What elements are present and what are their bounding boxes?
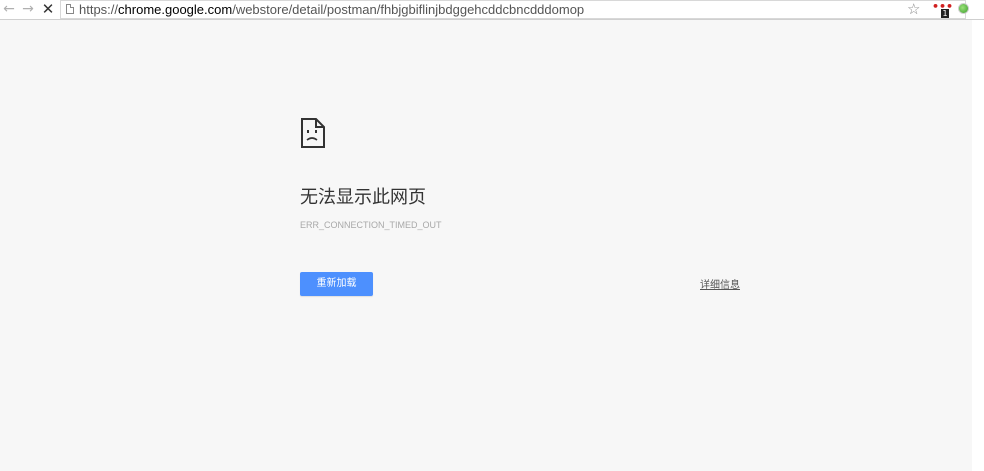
stop-button[interactable]: ✕ <box>40 1 56 18</box>
error-code: ERR_CONNECTION_TIMED_OUT <box>300 220 442 230</box>
error-title: 无法显示此网页 <box>300 187 426 208</box>
extension-green-icon[interactable] <box>958 3 969 14</box>
url-text[interactable]: https://chrome.google.com/webstore/detai… <box>79 2 584 18</box>
forward-button[interactable]: → <box>20 1 36 18</box>
url-host: chrome.google.com <box>118 2 233 17</box>
sad-page-icon <box>301 118 325 148</box>
page-icon <box>66 4 74 14</box>
bookmark-star-icon[interactable]: ☆ <box>907 0 920 19</box>
browser-toolbar: ← → ✕ https://chrome.google.com/webstore… <box>0 0 984 20</box>
url-scheme: https:// <box>79 2 119 17</box>
reload-button[interactable]: 重新加载 <box>300 272 373 296</box>
details-link[interactable]: 详细信息 <box>700 276 740 291</box>
scrollbar-track[interactable] <box>972 20 984 471</box>
address-bar[interactable]: https://chrome.google.com/webstore/detai… <box>60 0 966 19</box>
extension-badge: 1 <box>941 9 949 18</box>
url-path: /webstore/detail/postman/fhbjgbiflinjbdg… <box>232 2 585 17</box>
back-button[interactable]: ← <box>1 1 17 18</box>
